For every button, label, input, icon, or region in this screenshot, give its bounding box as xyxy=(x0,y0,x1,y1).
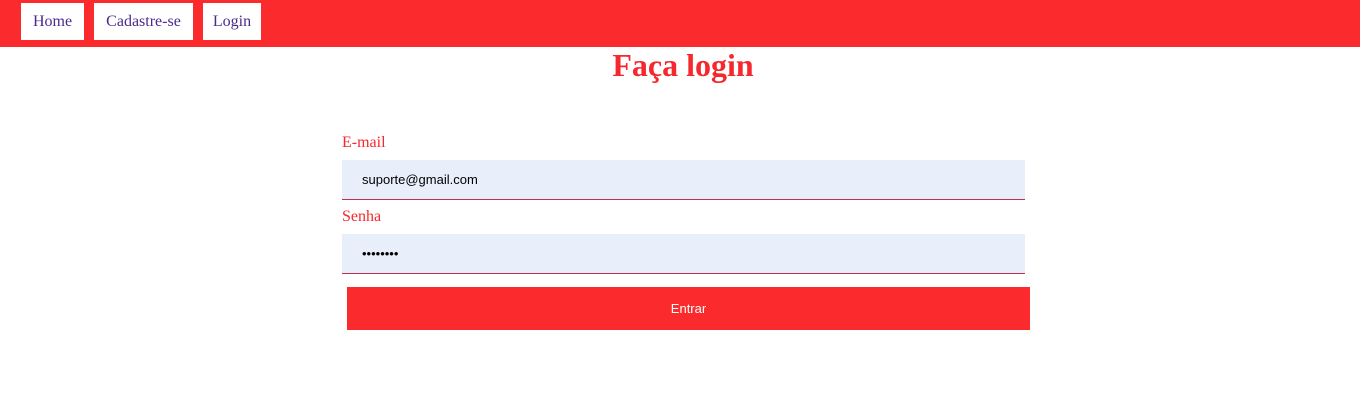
nav-link-home[interactable]: Home xyxy=(21,3,84,40)
password-field[interactable] xyxy=(342,234,1025,274)
login-submit-button[interactable]: Entrar xyxy=(347,287,1030,330)
nav-link-login[interactable]: Login xyxy=(203,3,261,40)
page-title: Faça login xyxy=(612,47,754,83)
password-label: Senha xyxy=(342,208,382,225)
email-label: E-mail xyxy=(342,134,386,151)
email-field[interactable] xyxy=(342,160,1025,200)
top-navigation-bar: Home Cadastre-se Login xyxy=(0,0,1360,47)
nav-link-signup[interactable]: Cadastre-se xyxy=(94,3,193,40)
